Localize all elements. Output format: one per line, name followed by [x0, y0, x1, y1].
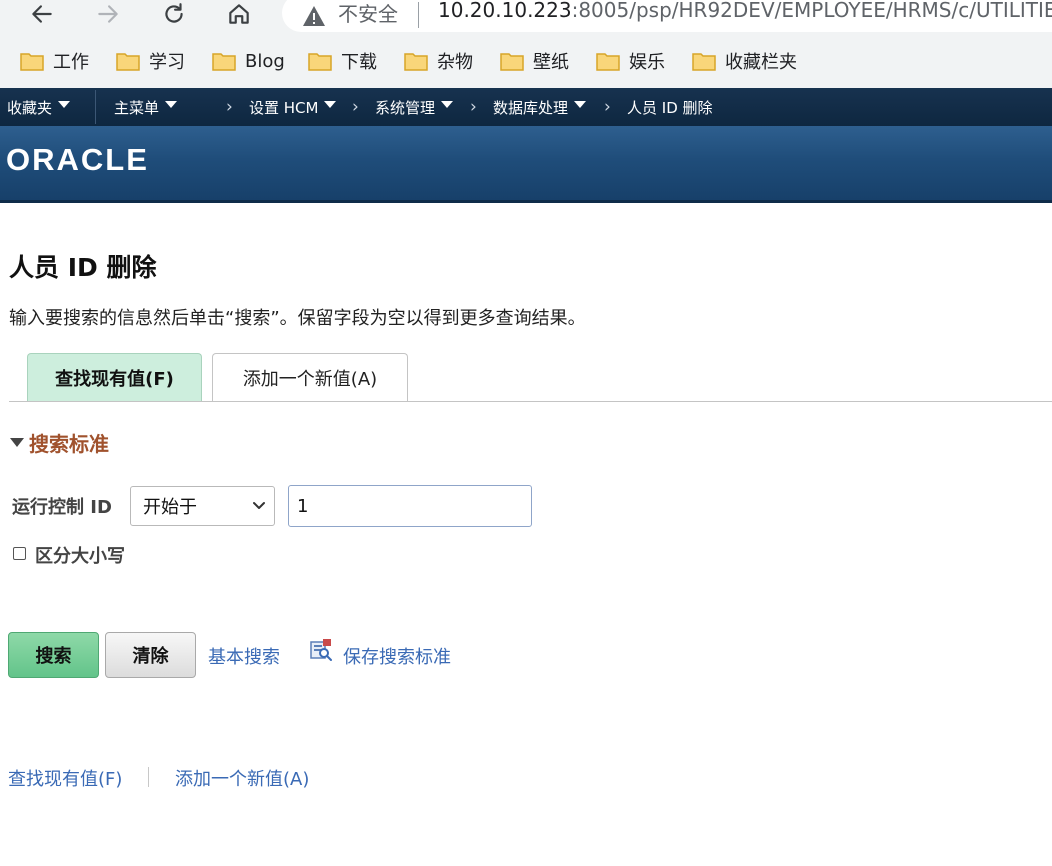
case-sensitive-label: 区分大小写 [35, 546, 125, 567]
folder-icon [404, 53, 428, 71]
tab-add-new[interactable]: 添加一个新值(A) [212, 353, 408, 401]
bookmark-label: 娱乐 [629, 52, 665, 73]
reload-button[interactable] [154, 0, 194, 28]
url-text: 10.20.10.223:8005/psp/HR92DEV/EMPLOYEE/H… [438, 0, 1052, 22]
nav-divider [95, 90, 96, 124]
chevron-right-icon: › [226, 97, 233, 117]
main-menu[interactable]: 主菜单 [114, 88, 178, 126]
bookmark-wallpaper[interactable]: 壁纸 [500, 44, 569, 78]
chevron-right-icon: › [352, 97, 359, 117]
run-control-id-value: 1 [297, 495, 309, 517]
bookmark-work[interactable]: 工作 [20, 44, 89, 78]
bookmark-misc[interactable]: 杂物 [404, 44, 473, 78]
breadcrumb-database-processing[interactable]: 数据库处理 [493, 88, 587, 126]
tab-divider [9, 401, 1052, 402]
folder-icon [308, 53, 332, 71]
save-search-icon[interactable] [309, 638, 333, 662]
section-title: 搜索标准 [29, 432, 109, 456]
favorites-menu[interactable]: 收藏夹 [7, 88, 71, 126]
save-search-criteria-link[interactable]: 保存搜索标准 [343, 643, 451, 669]
home-button[interactable] [219, 0, 259, 28]
breadcrumb-label: 数据库处理 [493, 98, 569, 117]
back-button[interactable] [22, 0, 62, 28]
bookmark-label: 收藏栏夹 [725, 52, 797, 73]
bookmark-label: 工作 [53, 52, 89, 73]
caret-down-icon [58, 100, 71, 108]
caret-down-icon [165, 100, 178, 108]
breadcrumb-label: 人员 ID 删除 [627, 98, 713, 117]
ps-navigation-bar: 收藏夹 主菜单 › 设置 HCM › 系统管理 › 数据库处理 › 人员 ID … [0, 88, 1052, 126]
triangle-down-icon [10, 438, 24, 447]
main-menu-label: 主菜单 [114, 98, 160, 117]
search-button[interactable]: 搜索 [8, 632, 99, 678]
chevron-right-icon: › [604, 97, 611, 117]
breadcrumb-current-page: 人员 ID 删除 [627, 88, 713, 126]
operator-value: 开始于 [143, 497, 197, 518]
operator-select[interactable]: 开始于 [130, 486, 275, 526]
home-icon [229, 4, 249, 24]
arrow-right-icon [98, 5, 118, 23]
caret-down-icon [441, 100, 454, 108]
clear-button[interactable]: 清除 [105, 632, 196, 678]
folder-icon [116, 53, 140, 71]
folder-icon [212, 53, 236, 71]
url-path: :8005/psp/HR92DEV/EMPLOYEE/HRMS/c/UTILIT… [571, 0, 1052, 22]
oracle-logo: ORACLE [6, 142, 149, 177]
breadcrumb-system-admin[interactable]: 系统管理 [375, 88, 454, 126]
breadcrumb-setup-hcm[interactable]: 设置 HCM [249, 88, 337, 126]
oracle-banner: ORACLE [0, 126, 1052, 203]
bookmarks-bar: 工作 学习 Blog 下载 杂物 壁纸 娱乐 收藏栏夹 [0, 44, 1052, 78]
search-criteria-toggle[interactable]: 搜索标准 [10, 428, 109, 457]
folder-icon [500, 53, 524, 71]
bookmark-label: 学习 [149, 52, 185, 73]
bookmark-label: Blog [245, 50, 285, 72]
tab-find-existing[interactable]: 查找现有值(F) [27, 353, 202, 401]
chevron-down-icon [253, 502, 265, 509]
address-bar[interactable]: 不安全 10.20.10.223:8005/psp/HR92DEV/EMPLOY… [282, 0, 1052, 32]
page-title: 人员 ID 删除 [9, 253, 157, 282]
footer-find-existing-link[interactable]: 查找现有值(F) [8, 765, 122, 791]
breadcrumb-label: 系统管理 [375, 98, 436, 117]
caret-down-icon [574, 100, 587, 108]
bookmark-favorites-folder[interactable]: 收藏栏夹 [692, 44, 797, 78]
bookmark-entertainment[interactable]: 娱乐 [596, 44, 665, 78]
bookmark-study[interactable]: 学习 [116, 44, 185, 78]
url-host: 10.20.10.223 [438, 0, 572, 22]
reload-icon [165, 3, 183, 23]
forward-button[interactable] [88, 0, 128, 28]
folder-icon [596, 53, 620, 71]
chevron-right-icon: › [470, 97, 477, 117]
footer-divider [148, 767, 149, 787]
breadcrumb-label: 设置 HCM [249, 98, 319, 117]
arrow-left-icon [32, 5, 52, 23]
basic-search-link[interactable]: 基本搜索 [208, 643, 280, 669]
bookmark-label: 下载 [341, 52, 377, 73]
bookmark-label: 杂物 [437, 52, 473, 73]
folder-icon [20, 53, 44, 71]
footer-add-new-link[interactable]: 添加一个新值(A) [175, 765, 309, 791]
security-label: 不安全 [338, 2, 398, 26]
address-separator [418, 2, 419, 28]
folder-icon [692, 53, 716, 71]
browser-chrome: 不安全 10.20.10.223:8005/psp/HR92DEV/EMPLOY… [0, 0, 1052, 88]
search-instruction: 输入要搜索的信息然后单击“搜索”。保留字段为空以得到更多查询结果。 [9, 308, 586, 329]
favorites-label: 收藏夹 [7, 98, 53, 117]
bookmark-label: 壁纸 [533, 52, 569, 73]
caret-down-icon [324, 100, 337, 108]
warning-icon [303, 6, 325, 26]
case-sensitive-checkbox[interactable] [13, 547, 26, 560]
run-control-id-input[interactable]: 1 [288, 485, 532, 527]
bookmark-blog[interactable]: Blog [212, 44, 285, 78]
bookmark-downloads[interactable]: 下载 [308, 44, 377, 78]
run-control-id-label: 运行控制 ID [12, 497, 112, 518]
